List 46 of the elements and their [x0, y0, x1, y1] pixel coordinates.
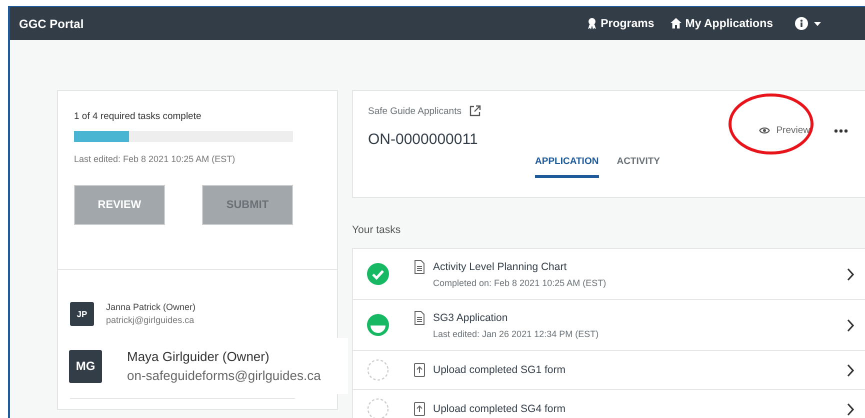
upload-icon [414, 402, 425, 416]
chevron-right-icon [847, 364, 854, 376]
portal-title[interactable]: GGC Portal [19, 16, 84, 30]
info-menu-button[interactable] [795, 17, 821, 30]
progress-text: 1 of 4 required tasks complete [74, 111, 202, 122]
chevron-right-icon [847, 318, 854, 332]
owner-email: patrickj@girlguides.ca [106, 315, 196, 325]
task-detail: Last edited: Jan 26 2021 12:34 PM (EST) [433, 328, 600, 338]
application-number: ON-0000000011 [368, 131, 479, 148]
task-title: SG3 Application [433, 312, 509, 324]
tab[interactable]: APPLICATION [535, 156, 599, 178]
tasks-heading: Your tasks [352, 224, 402, 236]
avatar-initials: MG [69, 350, 102, 382]
external-link-icon[interactable] [469, 105, 482, 117]
upload-icon [414, 363, 425, 377]
task-detail: Completed on: Feb 8 2021 10:25 AM (EST) [433, 278, 608, 288]
task-row[interactable]: SG3 Application Last edited: Jan 26 2021 12:34 PM (EST) [352, 299, 865, 350]
program-name: Safe Guide Applicants [368, 106, 462, 116]
nav-link[interactable]: Programs [586, 17, 654, 30]
owner-name: Maya Girlguider (Owner) [127, 349, 270, 364]
caret-icon [814, 22, 821, 26]
complete-check-icon [367, 263, 389, 285]
owner-email: on-safeguideforms@girlguides.ca [127, 368, 321, 383]
nav-link[interactable]: My Applications [670, 17, 773, 30]
owner-name: Janna Patrick (Owner) [106, 302, 196, 312]
chevron-right-icon [847, 402, 854, 416]
task-row[interactable]: Upload completed SG4 form [352, 389, 865, 418]
dashed-circle-icon [367, 359, 389, 381]
document-icon [414, 260, 425, 274]
task-title: Upload completed SG1 form [433, 364, 566, 376]
home-icon [670, 17, 682, 30]
avatar-initials: JP [70, 302, 94, 326]
more-options-icon[interactable] [834, 128, 848, 132]
document-icon [414, 311, 425, 325]
task-title: Activity Level Planning Chart [433, 260, 568, 272]
tab[interactable]: ACTIVITY [616, 156, 660, 178]
preview-button[interactable]: Preview [759, 125, 810, 136]
task-row[interactable]: Upload completed SG1 form [352, 350, 865, 389]
task-title: Upload completed SG4 form [433, 403, 566, 415]
task-row[interactable]: Activity Level Planning Chart Completed on: Feb 8 2021 10:25 AM (EST) [352, 248, 865, 299]
chevron-right-icon [847, 268, 854, 280]
info-icon [795, 17, 808, 30]
last-edited-text: Last edited: Feb 8 2021 10:25 AM (EST) [74, 154, 236, 164]
award-icon [586, 17, 598, 30]
half-circle-icon [367, 314, 389, 336]
eye-icon [759, 126, 770, 135]
